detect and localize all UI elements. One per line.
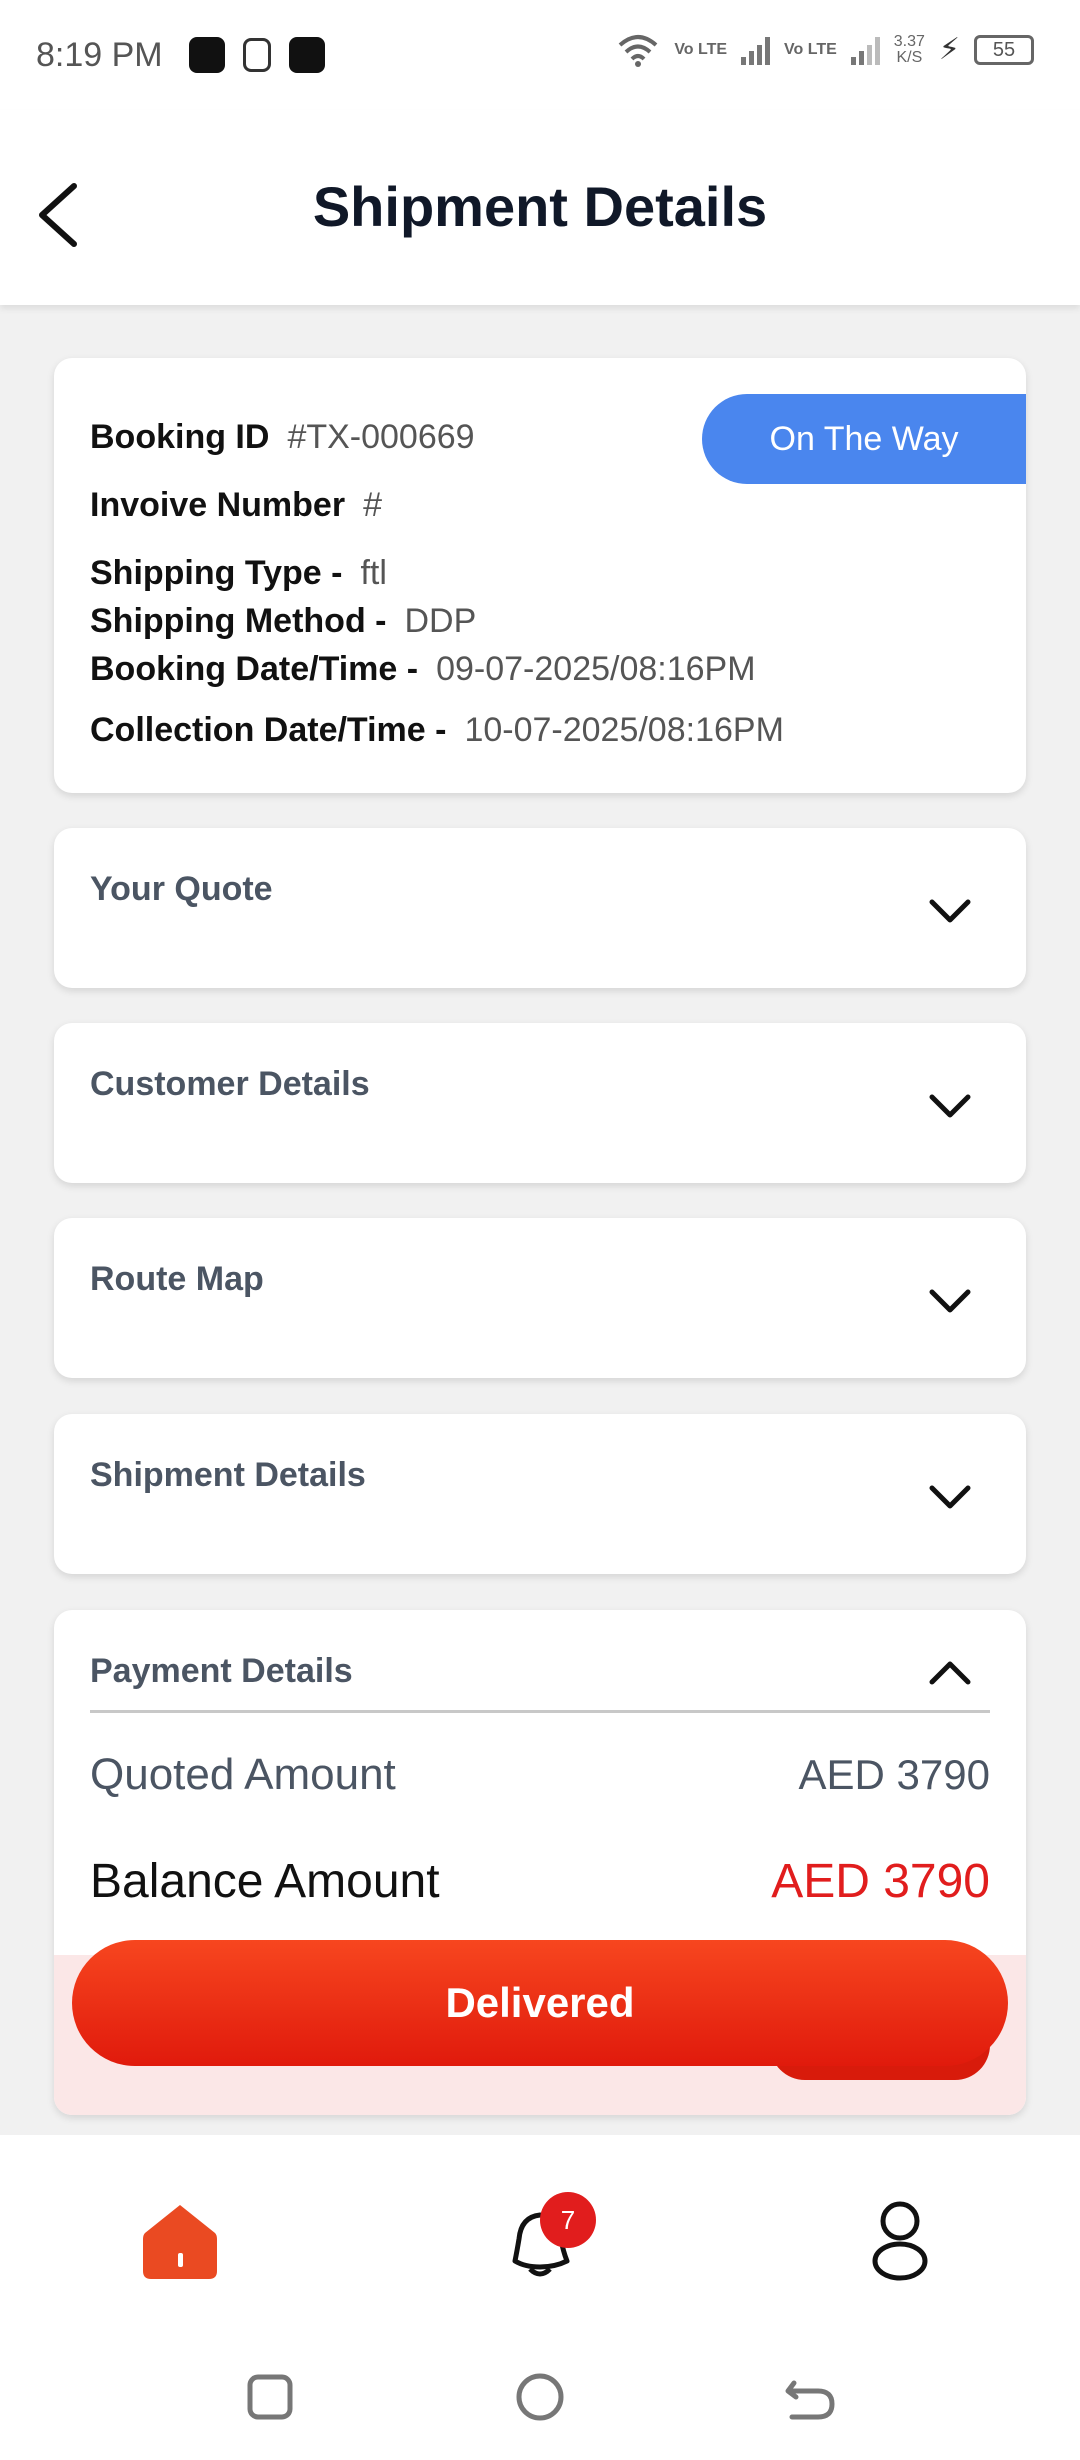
nav-profile[interactable] [855, 2195, 945, 2285]
network-speed-value: 3.37 [893, 32, 925, 50]
app-header: Shipment Details [0, 110, 1080, 305]
quoted-amount-value: AED 3790 [798, 1751, 990, 1798]
volte-label: Vo LTE [784, 40, 837, 58]
shipping-method-label: Shipping Method - [90, 602, 387, 640]
invoice-value: # [363, 486, 382, 524]
collection-datetime-row: Collection Date/Time - 10-07-2025/08:16P… [90, 711, 784, 750]
quoted-amount-row: Quoted Amount AED 3790 [90, 1750, 990, 1800]
shipping-method-value: DDP [404, 602, 477, 640]
booking-summary-card: On The Way Booking ID #TX-000669 Invoive… [54, 358, 1026, 793]
system-navigation-bar [0, 2335, 1080, 2460]
chevron-down-icon [929, 1289, 971, 1313]
screen: 8:19 PM Vo LTE Vo LTE 3.37 K/S ⚡ 55 Ship… [0, 0, 1080, 2460]
route-map-title: Route Map [90, 1260, 264, 1298]
user-icon [872, 2201, 928, 2281]
balance-amount-label: Balance Amount [90, 1855, 440, 1908]
status-time: 8:19 PM [36, 35, 163, 74]
booking-id-value: #TX-000669 [287, 418, 475, 456]
page-title: Shipment Details [312, 175, 768, 238]
payment-details-title[interactable]: Payment Details [90, 1652, 353, 1691]
your-quote-title: Your Quote [90, 870, 273, 908]
shipping-type-value: ftl [360, 554, 387, 592]
status-system-icons: Vo LTE Vo LTE 3.37 K/S ⚡ 55 [616, 32, 1034, 67]
chevron-down-icon [929, 1094, 971, 1118]
signal-icon [850, 35, 880, 65]
shipping-type-label: Shipping Type - [90, 554, 343, 592]
network-speed: 3.37 K/S [893, 32, 925, 66]
robot-icon [242, 38, 271, 72]
balance-amount-row: Balance Amount AED 3790 [90, 1854, 990, 1909]
nav-home[interactable] [135, 2195, 225, 2285]
app-notification-icon [188, 37, 225, 73]
booking-id-row: Booking ID #TX-000669 [90, 418, 475, 457]
home-circle-icon[interactable] [510, 2367, 570, 2427]
booking-datetime-label: Booking Date/Time - [90, 650, 419, 688]
recent-apps-icon[interactable] [240, 2367, 300, 2427]
shipping-method-row: Shipping Method - DDP [90, 602, 476, 641]
booking-id-label: Booking ID [90, 418, 270, 456]
notification-badge: 7 [540, 2192, 596, 2248]
payment-divider [90, 1710, 990, 1713]
battery-indicator: 55 [974, 34, 1034, 65]
bottom-navigation [0, 2135, 1080, 2335]
network-speed-unit: K/S [896, 48, 923, 66]
chevron-down-icon [929, 1485, 971, 1509]
balance-amount-value: AED 3790 [771, 1855, 990, 1908]
route-map-section[interactable]: Route Map [54, 1218, 1026, 1378]
collection-datetime-label: Collection Date/Time - [90, 711, 447, 749]
booking-datetime-row: Booking Date/Time - 09-07-2025/08:16PM [90, 650, 756, 689]
app-notification-icon [288, 37, 325, 73]
customer-details-title: Customer Details [90, 1065, 370, 1103]
home-icon [143, 2205, 217, 2279]
shipment-details-title: Shipment Details [90, 1456, 366, 1494]
quoted-amount-label: Quoted Amount [90, 1750, 396, 1799]
system-back-icon[interactable] [780, 2367, 840, 2427]
invoice-label: Invoive Number [90, 486, 346, 524]
status-bar: 8:19 PM Vo LTE Vo LTE 3.37 K/S ⚡ 55 [0, 0, 1080, 110]
customer-details-section[interactable]: Customer Details [54, 1023, 1026, 1183]
chevron-up-icon[interactable] [926, 1648, 974, 1696]
signal-icon [741, 35, 771, 65]
collection-datetime-value: 10-07-2025/08:16PM [464, 711, 784, 749]
delivered-button[interactable]: Delivered [72, 1940, 1008, 2066]
charging-icon: ⚡ [938, 33, 960, 66]
booking-datetime-value: 09-07-2025/08:16PM [436, 650, 756, 688]
your-quote-section[interactable]: Your Quote [54, 828, 1026, 988]
status-notification-icons [188, 37, 325, 73]
shipping-type-row: Shipping Type - ftl [90, 554, 387, 593]
wifi-icon [618, 34, 658, 67]
chevron-down-icon [929, 899, 971, 923]
shipment-details-section[interactable]: Shipment Details [54, 1414, 1026, 1574]
shipment-status-badge: On The Way [702, 394, 1026, 484]
volte-label: Vo LTE [674, 40, 728, 58]
invoice-row: Invoive Number # [90, 486, 382, 525]
